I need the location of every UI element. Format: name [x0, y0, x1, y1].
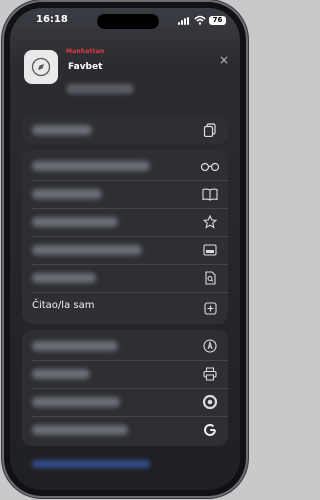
- google-icon: [200, 420, 220, 440]
- menu-item-google[interactable]: [22, 416, 228, 444]
- actions-card: Čitao/la sam: [22, 150, 228, 324]
- wifi-icon: [194, 15, 206, 25]
- menu-item-view-card[interactable]: [22, 236, 228, 264]
- brand-logo-text: Manhattan: [66, 48, 105, 55]
- blurred-label: [32, 369, 90, 379]
- menu-item-favorites[interactable]: [22, 208, 228, 236]
- copy-card: [22, 116, 228, 144]
- bookmarks-icon: [200, 184, 220, 204]
- copy-icon: [200, 120, 220, 140]
- close-button[interactable]: ×: [216, 52, 232, 68]
- status-time: 16:18: [36, 14, 68, 25]
- tools-card: [22, 330, 228, 446]
- print-icon: [200, 364, 220, 384]
- screen: 16:18 76 Manhattan Favbet × Čitao/la sam: [10, 8, 240, 490]
- markup-icon: [200, 336, 220, 356]
- page-title: Favbet: [68, 62, 103, 72]
- battery-indicator: 76: [209, 16, 226, 25]
- compass-icon: [24, 50, 58, 84]
- dynamic-island: [97, 14, 159, 29]
- menu-item-find-on-page[interactable]: [22, 264, 228, 292]
- menu-item-reading-list[interactable]: [22, 152, 228, 180]
- page-header: Manhattan Favbet ×: [10, 40, 240, 110]
- blurred-label: [32, 217, 118, 227]
- blurred-label: [32, 273, 96, 283]
- blurred-label: [32, 245, 142, 255]
- blurred-label: [32, 125, 92, 135]
- status-bar: 16:18 76: [10, 8, 240, 32]
- blurred-label: [32, 425, 128, 435]
- view-card-icon: [200, 240, 220, 260]
- phone-frame: 16:18 76 Manhattan Favbet × Čitao/la sam: [4, 2, 246, 496]
- edit-actions-link-blurred[interactable]: [32, 460, 150, 468]
- blurred-label: [32, 189, 102, 199]
- blurred-label: [32, 161, 150, 171]
- favorite-star-icon: [200, 212, 220, 232]
- blurred-label: [32, 341, 118, 351]
- page-url-blurred: [66, 84, 134, 94]
- menu-item-print[interactable]: [22, 360, 228, 388]
- menu-item-copy[interactable]: [22, 116, 228, 144]
- add-icon: [200, 298, 220, 318]
- menu-item-markup[interactable]: [22, 332, 228, 360]
- chrome-icon: [200, 392, 220, 412]
- menu-item-open-in-chrome[interactable]: [22, 388, 228, 416]
- blurred-label: [32, 397, 120, 407]
- read-label: Čitao/la sam: [32, 300, 95, 311]
- reading-list-icon: [200, 156, 220, 176]
- menu-item-bookmarks[interactable]: [22, 180, 228, 208]
- signal-icon: [178, 17, 192, 25]
- menu-item-read[interactable]: Čitao/la sam: [22, 294, 228, 322]
- find-on-page-icon: [200, 268, 220, 288]
